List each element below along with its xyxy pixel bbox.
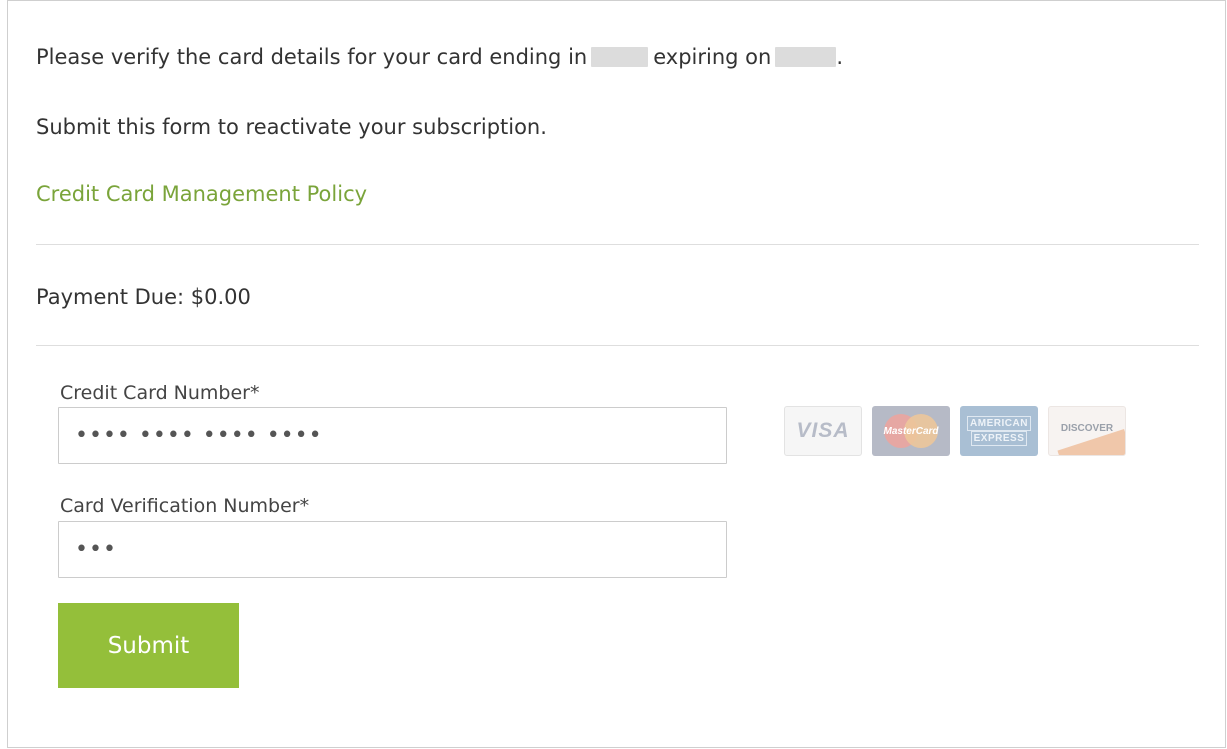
intro-middle: expiring on — [653, 45, 772, 69]
verify-card-panel: Please verify the card details for your … — [7, 0, 1226, 748]
divider — [36, 345, 1199, 346]
visa-logo-icon: VISA — [784, 406, 862, 456]
reactivate-message: Submit this form to reactivate your subs… — [36, 115, 547, 139]
cvv-input[interactable] — [58, 521, 727, 578]
payment-due: Payment Due: $0.00 — [36, 285, 251, 309]
amex-logo-text-2: EXPRESS — [970, 431, 1028, 446]
cvv-label: Card Verification Number* — [60, 495, 310, 517]
mastercard-logo-text: MasterCard — [883, 425, 939, 437]
discover-logo-text: DISCOVER — [1060, 422, 1114, 434]
visa-logo-text: VISA — [796, 419, 850, 442]
card-number-label: Credit Card Number* — [60, 382, 260, 404]
intro-suffix: . — [836, 45, 843, 69]
credit-card-policy-link[interactable]: Credit Card Management Policy — [36, 179, 367, 209]
card-number-input[interactable] — [58, 407, 727, 464]
mastercard-logo-icon: MasterCard — [872, 406, 950, 456]
intro-prefix: Please verify the card details for your … — [36, 45, 588, 69]
redacted-expiry-date — [775, 47, 837, 67]
accepted-cards: VISA MasterCard AMERICAN EXPRESS DISCOVE… — [784, 406, 1126, 456]
card-verify-message: Please verify the card details for your … — [36, 42, 843, 72]
amex-logo-icon: AMERICAN EXPRESS — [960, 406, 1038, 456]
discover-logo-icon: DISCOVER — [1048, 406, 1126, 456]
amex-logo-text-1: AMERICAN — [967, 416, 1031, 431]
redacted-card-last-digits — [591, 47, 649, 67]
divider — [36, 244, 1199, 245]
submit-button[interactable]: Submit — [58, 603, 239, 688]
